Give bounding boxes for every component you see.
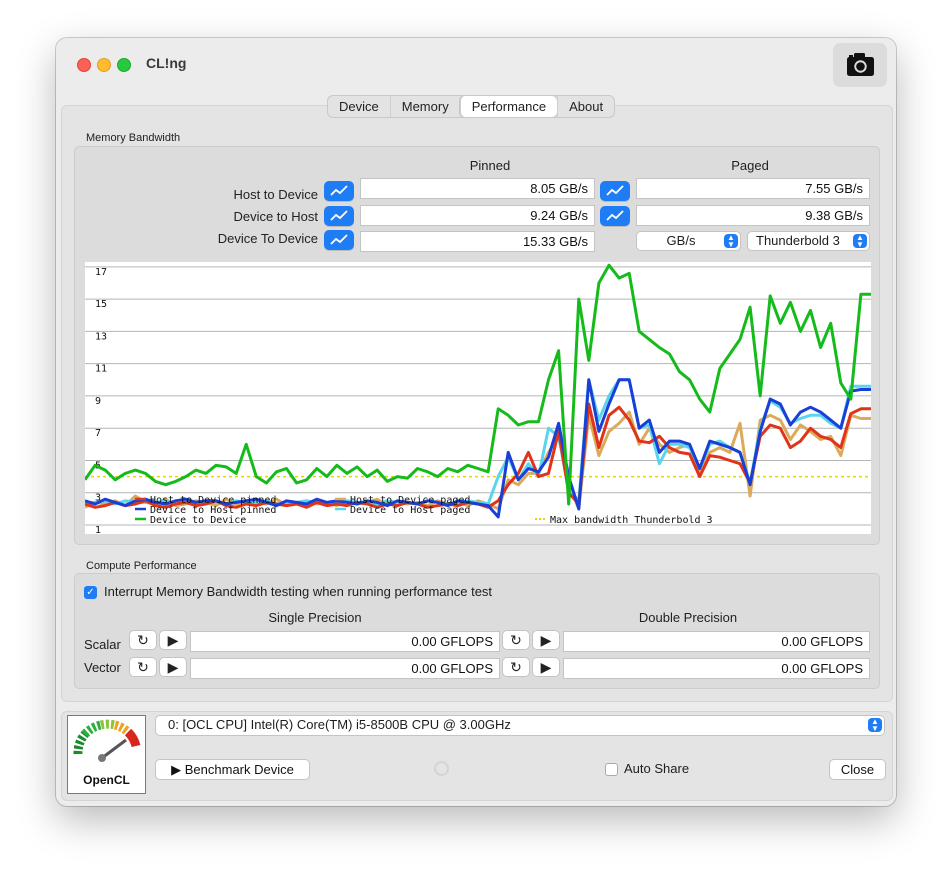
interface-select[interactable]: Thunderbold 3 ▲ ▼ [747, 231, 870, 251]
benchmark-device-label: Benchmark Device [184, 762, 294, 777]
play-icon: ▶ [540, 632, 552, 648]
auto-share-label: Auto Share [624, 761, 690, 776]
scalar-single-play-button[interactable]: ▶ [159, 630, 187, 650]
play-icon: ▶ [167, 632, 179, 648]
paged-column-header: Paged [731, 158, 769, 173]
scalar-single-loop-button[interactable]: ↻ [129, 630, 157, 650]
vector-double-play-button[interactable]: ▶ [532, 657, 560, 677]
scalar-double-value: 0.00 GFLOPS [563, 631, 870, 652]
device-to-device-label: Device To Device [217, 231, 318, 246]
series-line [85, 378, 871, 506]
tab-about[interactable]: About [557, 96, 614, 117]
line-chart-icon [606, 185, 624, 196]
legend-label: Device to Device [150, 515, 246, 526]
vector-single-play-button[interactable]: ▶ [159, 657, 187, 677]
host-to-device-label: Host to Device [233, 187, 318, 202]
repeat-icon: ↻ [510, 632, 522, 648]
tab-memory[interactable]: Memory [389, 96, 460, 117]
scalar-double-loop-button[interactable]: ↻ [502, 630, 530, 650]
scalar-label: Scalar [84, 637, 121, 652]
y-tick-label: 7 [95, 428, 101, 439]
tab-performance[interactable]: Performance [459, 96, 558, 117]
gauge-icon [73, 719, 141, 762]
host-to-device-pinned-value: 8.05 GB/s [360, 178, 595, 199]
device-to-host-pinned-value: 9.24 GB/s [360, 205, 595, 226]
minimize-window-button[interactable] [97, 58, 111, 72]
performance-panel: Memory Bandwidth Pinned Paged Host to De… [61, 105, 893, 702]
tab-bar: Device Memory Performance About [327, 95, 616, 118]
unit-select-value: GB/s [666, 233, 696, 248]
single-precision-header: Single Precision [268, 610, 362, 625]
vector-double-value: 0.00 GFLOPS [563, 658, 870, 679]
y-tick-label: 11 [95, 364, 107, 375]
device-select-value: 0: [OCL CPU] Intel(R) Core(TM) i5-8500B … [168, 717, 511, 732]
y-tick-label: 9 [95, 396, 101, 407]
auto-share-checkbox[interactable] [605, 763, 618, 776]
line-chart-icon [330, 185, 348, 196]
compute-performance-label: Compute Performance [86, 560, 197, 572]
y-tick-label: 13 [95, 331, 107, 342]
host-to-device-paged-value: 7.55 GB/s [636, 178, 870, 199]
device-to-host-paged-graph-button[interactable] [600, 206, 630, 226]
line-chart-icon [606, 210, 624, 221]
pinned-column-header: Pinned [469, 158, 511, 173]
scalar-double-play-button[interactable]: ▶ [532, 630, 560, 650]
device-select[interactable]: 0: [OCL CPU] Intel(R) Core(TM) i5-8500B … [155, 715, 885, 736]
device-to-host-pinned-graph-button[interactable] [324, 206, 354, 226]
legend-label: Max bandwidth Thunderbold 3 [550, 515, 713, 526]
close-button[interactable]: Close [829, 759, 886, 780]
device-to-device-graph-button[interactable] [324, 230, 354, 250]
footer-panel: 0: [OCL CPU] Intel(R) Core(TM) i5-8500B … [61, 711, 893, 801]
y-tick-label: 15 [95, 299, 107, 310]
double-precision-header: Double Precision [638, 610, 738, 625]
repeat-icon: ↻ [137, 632, 149, 648]
memory-bandwidth-label: Memory Bandwidth [86, 132, 181, 144]
play-icon: ▶ [167, 659, 179, 675]
series-line [85, 402, 871, 509]
benchmark-device-button[interactable]: ▶ Benchmark Device [155, 759, 310, 780]
repeat-icon: ↻ [137, 659, 149, 675]
window-title: CL!ng [146, 55, 187, 71]
vector-single-value: 0.00 GFLOPS [190, 658, 500, 679]
host-to-device-paged-graph-button[interactable] [600, 181, 630, 201]
screenshot-button[interactable] [833, 43, 887, 87]
vector-label: Vector [84, 660, 121, 675]
repeat-icon: ↻ [510, 659, 522, 675]
interrupt-label: Interrupt Memory Bandwidth testing when … [104, 584, 493, 599]
line-chart-icon [330, 234, 348, 245]
chevron-updown-icon: ▲ ▼ [868, 718, 882, 733]
close-window-button[interactable] [77, 58, 91, 72]
y-tick-label: 17 [95, 267, 107, 278]
tab-device[interactable]: Device [328, 96, 390, 117]
legend-label: Device to Host paged [350, 505, 470, 516]
unit-select[interactable]: GB/s ▲ ▼ [636, 231, 741, 251]
play-icon: ▶ [540, 659, 552, 675]
chevron-updown-icon: ▲ ▼ [724, 234, 738, 249]
opencl-logo-label: OpenCL [83, 773, 130, 787]
interface-select-value: Thunderbold 3 [756, 233, 840, 248]
device-to-device-value: 15.33 GB/s [360, 231, 595, 252]
line-chart-icon [330, 210, 348, 221]
zoom-window-button[interactable] [117, 58, 131, 72]
scalar-single-value: 0.00 GFLOPS [190, 631, 500, 652]
play-icon: ▶ [171, 762, 182, 777]
device-to-host-paged-value: 9.38 GB/s [636, 205, 870, 226]
memory-bandwidth-group: Pinned Paged Host to Device 8.05 GB/s 7.… [74, 146, 880, 545]
compute-performance-group: ✓ Interrupt Memory Bandwidth testing whe… [74, 573, 880, 689]
vector-single-loop-button[interactable]: ↻ [129, 657, 157, 677]
host-to-device-pinned-graph-button[interactable] [324, 181, 354, 201]
app-window: CL!ng Device Memory Performance About Me… [56, 38, 896, 806]
interrupt-checkbox[interactable]: ✓ [84, 586, 97, 599]
camera-icon [847, 53, 874, 76]
y-tick-label: 1 [95, 525, 101, 534]
bandwidth-chart: 1 3 5 7 9 11 13 15 17 Host to Device pinned Device… [85, 262, 871, 534]
opencl-logo: OpenCL [67, 715, 146, 794]
device-to-host-label: Device to Host [233, 209, 318, 224]
vector-double-loop-button[interactable]: ↻ [502, 657, 530, 677]
bandwidth-chart-svg: 1357911131517Host to Device pinnedDevice… [85, 263, 871, 534]
chevron-updown-icon: ▲ ▼ [853, 234, 867, 249]
progress-spinner [434, 761, 449, 776]
